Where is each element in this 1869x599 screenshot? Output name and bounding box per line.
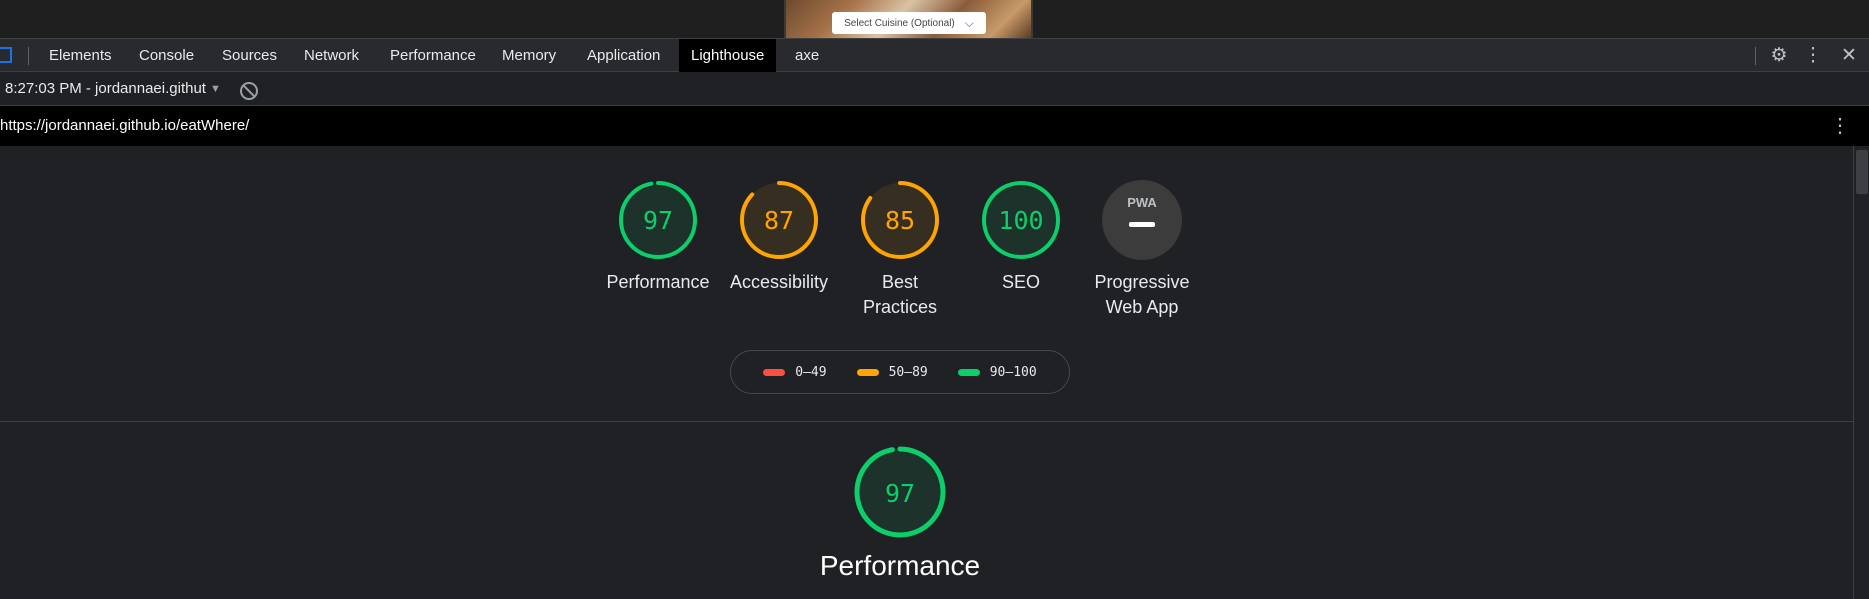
- tab-axe[interactable]: axe: [783, 39, 831, 72]
- tab-elements[interactable]: Elements: [37, 39, 124, 72]
- legend-item-fail: 0–49: [763, 364, 827, 380]
- dropdown-caret-icon[interactable]: ▼: [210, 72, 221, 106]
- gauge-best-practices[interactable]: 85 Best Practices: [840, 180, 960, 320]
- cuisine-select-label: Select Cuisine (Optional): [844, 17, 955, 29]
- device-toolbar-icon[interactable]: [0, 47, 12, 63]
- gauge-label: Best Practices: [862, 272, 938, 317]
- section-title: Performance: [819, 550, 981, 581]
- gauge-label: Accessibility: [729, 272, 829, 292]
- scrollbar[interactable]: [1853, 146, 1869, 599]
- legend-range: 50–89: [888, 364, 928, 380]
- gauge-score: 97: [885, 479, 915, 508]
- tab-sources[interactable]: Sources: [210, 39, 289, 72]
- report-url-bar: https://jordannaei.github.io/eatWhere/ ⋮: [0, 106, 1869, 146]
- pwa-badge: PWA: [1102, 180, 1182, 260]
- scrollbar-thumb[interactable]: [1856, 150, 1868, 194]
- gauge-seo[interactable]: 100 SEO: [961, 180, 1081, 295]
- gauge-accessibility[interactable]: 87 Accessibility: [719, 180, 839, 295]
- gauge-score: 85: [885, 206, 915, 235]
- clear-icon[interactable]: [240, 82, 258, 100]
- legend-item-pass: 90–100: [957, 364, 1037, 380]
- section-gauge-performance: 97: [840, 446, 960, 538]
- kebab-menu-icon[interactable]: ⋮: [1801, 39, 1825, 72]
- gauge-ring: 85: [861, 181, 939, 259]
- section-divider: [0, 421, 1853, 422]
- tab-separator: [1755, 47, 1756, 65]
- score-legend: 0–49 50–89 90–100: [730, 350, 1070, 394]
- gauge-ring: 97: [619, 181, 697, 259]
- tab-application[interactable]: Application: [575, 39, 672, 72]
- report-selector-bar: 8:27:03 PM - jordannaei.githut ▼: [0, 72, 1869, 106]
- gauge-score: 87: [764, 206, 794, 235]
- page-viewport-strip: Select Cuisine (Optional) ⌵: [0, 0, 1869, 38]
- chevron-down-icon: ⌵: [964, 15, 974, 30]
- legend-swatch: [763, 368, 786, 376]
- tab-console[interactable]: Console: [127, 39, 206, 72]
- page-preview-image: Select Cuisine (Optional) ⌵: [784, 0, 1033, 38]
- tab-lighthouse[interactable]: Lighthouse: [679, 39, 777, 72]
- gauge-label: Progressive Web App: [1094, 272, 1190, 317]
- gauge-ring: 87: [740, 181, 818, 259]
- gauge-pwa[interactable]: PWA Progressive Web App: [1082, 180, 1202, 320]
- report-url[interactable]: https://jordannaei.github.io/eatWhere/: [0, 106, 249, 146]
- legend-swatch: [957, 368, 980, 376]
- pwa-logo-text: PWA: [1127, 195, 1157, 210]
- legend-range: 0–49: [795, 364, 827, 380]
- gauge-performance[interactable]: 97 Performance: [598, 180, 718, 295]
- cuisine-select[interactable]: Select Cuisine (Optional) ⌵: [832, 12, 986, 34]
- na-dash-icon: [1129, 222, 1155, 227]
- tab-network[interactable]: Network: [292, 39, 371, 72]
- gauge-ring: 100: [982, 181, 1060, 259]
- lighthouse-report: 97 Performance 87 Accessibility 85 Best …: [0, 146, 1853, 599]
- tab-memory[interactable]: Memory: [490, 39, 568, 72]
- gauge-score: 100: [998, 206, 1043, 235]
- gauge-score: 97: [643, 206, 673, 235]
- kebab-menu-icon[interactable]: ⋮: [1830, 115, 1850, 137]
- gauge-label: SEO: [1001, 272, 1040, 292]
- legend-swatch: [856, 368, 879, 376]
- tab-performance[interactable]: Performance: [378, 39, 488, 72]
- close-icon[interactable]: ✕: [1837, 39, 1861, 72]
- legend-item-average: 50–89: [856, 364, 928, 380]
- tab-separator: [28, 47, 29, 65]
- devtools-tabbar: Elements Console Sources Network Perform…: [0, 38, 1869, 72]
- gear-icon[interactable]: ⚙: [1767, 39, 1791, 72]
- report-select[interactable]: 8:27:03 PM - jordannaei.githut: [5, 72, 206, 106]
- gauge-ring: 97: [854, 446, 946, 538]
- gauge-label: Performance: [606, 272, 710, 292]
- legend-range: 90–100: [989, 364, 1037, 380]
